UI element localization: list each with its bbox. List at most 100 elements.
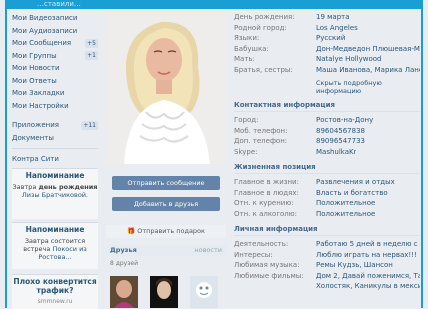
info-value[interactable]: 19 марта [316,12,350,23]
info-row: День рождения: 19 марта [234,12,420,23]
reminder-title: Напоминание [25,171,85,180]
info-label: Главное в людях: [234,188,299,197]
section-contacts: Контактная информация [234,100,420,112]
info-label [234,281,316,292]
apps-count-badge: +11 [81,120,98,130]
sidebar: Мои Видеозаписи Мои Аудиозаписи Мои Сооб… [12,12,98,166]
info-row: Доп. телефон: 89096547733 [234,136,420,147]
info-row: Родной город: Los Angeles [234,23,420,34]
sidebar-item-docs[interactable]: Документы [12,132,98,145]
info-label: Отн. к алкоголю: [234,209,298,218]
hide-details-link[interactable]: Скрыть подробную информацию [316,79,420,95]
reminder-title: Напоминание [25,225,85,234]
info-row: Главное в людях: Власть и богатство [234,188,420,199]
info-value[interactable]: Русский [316,33,345,44]
sidebar-divider [12,148,98,149]
info-row: Моб. телефон: 89604567838 [234,126,420,137]
info-value[interactable]: Положительное [316,198,375,209]
info-label: Родной город: [234,23,287,32]
friend-avatar[interactable] [150,276,178,308]
sidebar-item-settings[interactable]: Мои Настройки [12,100,98,113]
friend-avatar[interactable] [110,276,138,308]
info-label: Любимые фильмы: [234,271,304,280]
sidebar-item-news[interactable]: Мои Новости [12,62,98,75]
info-label: Деятельность: [234,240,289,248]
section-life-position: Жизненная позиция [234,162,420,174]
reminder-text: Завтра состоится встреча Покоси из Росто… [23,237,87,261]
sidebar-item-apps[interactable]: Приложения +11 [12,119,98,132]
profile-photo[interactable] [106,12,226,164]
info-value[interactable]: Люблю играть на нервах!!! [316,250,417,261]
friends-title: Друзья [110,246,137,254]
info-value[interactable]: Ростов-на-Дону [316,115,373,126]
send-gift-button[interactable]: 🎁 Отправить подарок [106,225,226,238]
friends-count: 8 друзей [110,260,139,267]
info-value[interactable]: Ремы Кудзь, Шансон [316,260,393,271]
info-value[interactable]: Дон-Медведон Плюшевая-Мафия [316,44,420,55]
info-row: Интересы: Люблю играть на нервах!!! [234,250,420,261]
add-friend-button[interactable]: Добавить в друзья [112,197,220,211]
info-label: Доп. телефон: [234,137,288,145]
send-message-button[interactable]: Отправить сообщение [112,176,220,190]
reminder-text: Завтра день рождения Лизы Братчиковой. [12,183,98,199]
sidebar-item-groups[interactable]: Мои Группы +1 [12,50,98,63]
info-label: Любимая музыка: [234,261,300,269]
info-value[interactable]: Los Angeles [316,23,358,34]
info-value[interactable]: Маша Иванова, Марика Ланская [316,65,420,76]
gift-icon: 🎁 [127,227,136,235]
info-label: Отн. к курению: [234,199,294,207]
info-label: Мать: [234,55,255,63]
info-row: Главное в жизни: Развлечения и отдых [234,177,420,188]
info-row: Братья, сестры: Маша Иванова, Марика Ланс… [234,65,420,76]
info-row: Бабушка: Дон-Медведон Плюшевая-Мафия [234,44,420,55]
friends-header[interactable]: Друзья новости [106,245,226,256]
groups-count-badge: +1 [85,51,98,61]
reminder-link[interactable]: Лизы Братчиковой. [22,191,88,199]
info-label: Город: [234,116,259,124]
info-row: Языки: Русский [234,33,420,44]
info-label: Главное в жизни: [234,178,299,186]
top-bar: …ставили… [7,0,421,9]
ad-domain: smmnew.ru [37,298,73,305]
ad-title[interactable]: Плохо конвертится трафик? [12,277,98,295]
info-row: Отн. к курению: Положительное [234,198,420,209]
info-label: Моб. телефон: [234,126,288,135]
info-value[interactable]: MashulkaKr [316,147,356,158]
info-label: Интересы: [234,250,273,259]
info-row: Skype: MashulkaKr [234,147,420,158]
sidebar-item-audio[interactable]: Мои Аудиозаписи [12,25,98,38]
info-row: Мать: Natalye Hollywood [234,54,420,65]
sidebar-item-messages[interactable]: Мои Сообщения +5 [12,37,98,50]
profile-info: День рождения: 19 марта Родной город: Los A… [234,12,420,292]
friend-avatar[interactable] [190,276,218,308]
info-row: Любимые фильмы: Дом 2, Давай поженимся, Т… [234,271,420,282]
info-value[interactable]: Natalye Hollywood [316,54,382,65]
section-personal: Личная информация [234,224,420,236]
friends-news-link[interactable]: новости [194,245,222,256]
info-row: Холостяк, Каникулы в мексике [234,281,420,292]
info-label: Skype: [234,147,258,156]
reminder-birthday: Напоминание Завтра день рождения Лизы Бр… [12,168,98,219]
info-label: Братья, сестры: [234,65,293,74]
sidebar-item-contra-city[interactable]: Контра Сити [12,153,98,166]
info-value[interactable]: Положительное [316,209,375,220]
info-label: Бабушка: [234,44,269,53]
info-value[interactable]: 89096547733 [316,136,365,147]
info-row: Деятельность: Работаю 5 дней в неделю с 1… [234,239,420,250]
ad-block[interactable]: Плохо конвертится трафик? smmnew.ru [12,274,98,309]
info-value[interactable]: Дом 2, Давай поженимся, Такеши [316,271,420,282]
top-bar-text: …ставили… [37,0,81,8]
sidebar-item-bookmarks[interactable]: Мои Закладки [12,87,98,100]
info-value[interactable]: Развлечения и отдых [316,177,395,188]
info-row: Любимая музыка: Ремы Кудзь, Шансон [234,260,420,271]
info-label: День рождения: [234,13,295,21]
info-value[interactable]: Работаю 5 дней в неделю с 10:00 до [316,239,420,250]
sidebar-item-answers[interactable]: Мои Ответы [12,75,98,88]
info-label: Языки: [234,34,260,42]
info-row: Город: Ростов-на-Дону [234,115,420,126]
info-value[interactable]: Власть и богатство [316,188,388,199]
sidebar-item-videos[interactable]: Мои Видеозаписи [12,12,98,25]
info-value[interactable]: Холостяк, Каникулы в мексике [316,281,420,292]
info-value[interactable]: 89604567838 [316,126,365,137]
info-row: Отн. к алкоголю: Положительное [234,209,420,220]
